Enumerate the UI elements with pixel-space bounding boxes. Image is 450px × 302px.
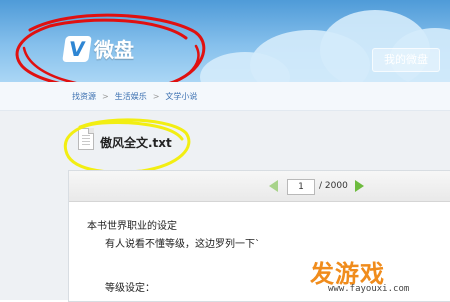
page-total: / 2000 [319,181,348,191]
document-line: 等级设定： [105,283,155,294]
pager-toolbar: 1 / 2000 [69,171,450,202]
text-file-icon [78,128,94,150]
breadcrumb-separator: > [102,92,109,101]
previous-page-icon[interactable] [269,180,278,192]
logo-text: 微盘 [94,38,134,62]
watermark-url: www.fayouxi.com [328,284,410,294]
breadcrumb-link-find-resources[interactable]: 找资源 [72,91,96,102]
breadcrumb-bar: 找资源 > 生活娱乐 > 文学小说 [0,82,450,111]
site-watermark: 发游戏 www.fayouxi.com [310,252,450,300]
next-page-icon[interactable] [355,180,364,192]
breadcrumb-link-literature[interactable]: 文学小说 [165,91,197,102]
logo-badge-icon: V [62,35,92,62]
breadcrumb-link-lifestyle[interactable]: 生活娱乐 [115,91,147,102]
page-number-input[interactable]: 1 [287,179,315,195]
site-header: V 微盘 我的微盘 [0,0,450,82]
document-line: 有人说看不懂等级，这边罗列一下` [105,239,260,250]
file-header: 傲风全文.txt [70,118,450,170]
breadcrumb-separator: > [152,92,160,101]
site-logo[interactable]: V 微盘 [62,34,134,63]
breadcrumb: 找资源 > 生活娱乐 > 文学小说 [72,91,197,102]
file-name: 傲风全文.txt [100,136,172,150]
tab-my-disk[interactable]: 我的微盘 [372,48,440,72]
document-line: 本书世界职业的设定 [87,221,177,232]
